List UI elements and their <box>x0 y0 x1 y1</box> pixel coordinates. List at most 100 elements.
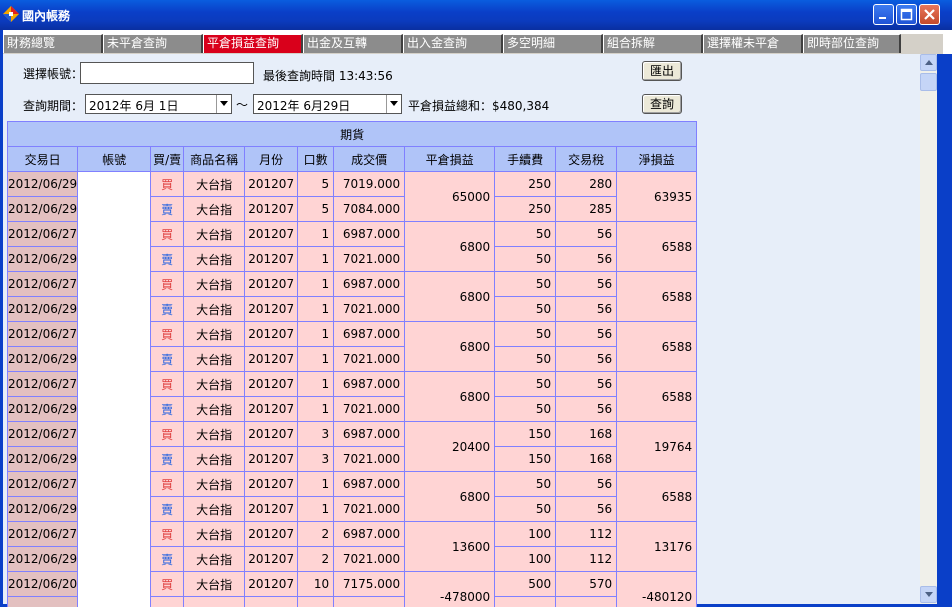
maximize-button[interactable] <box>896 4 917 25</box>
query-button[interactable]: 查詢 <box>642 94 682 114</box>
tab-label: 財務總覽 <box>7 36 56 50</box>
export-button[interactable]: 匯出 <box>642 61 682 81</box>
cell-trade-date: 2012/06/27 <box>6 221 79 247</box>
account-input[interactable] <box>80 62 254 84</box>
cell-month: 201207 <box>244 196 299 222</box>
col-header-account[interactable]: 帳號 <box>77 146 152 172</box>
cell-lots: 1 <box>297 271 335 297</box>
cell-product-name: 大台指 <box>183 196 246 222</box>
cell-fee: 50 <box>494 321 557 347</box>
cell-fee: 150 <box>494 421 557 447</box>
cell-product-name: 大台指 <box>183 346 246 372</box>
col-header-tax[interactable]: 交易稅 <box>555 146 618 172</box>
col-header-price[interactable]: 成交價 <box>333 146 406 172</box>
cell-lots: 1 <box>297 296 335 322</box>
cell-close-pl: 13600 <box>404 521 496 572</box>
scroll-down-button[interactable] <box>920 586 937 603</box>
cell-tax: 280 <box>555 171 618 197</box>
scroll-up-button[interactable] <box>920 54 937 71</box>
cell-month: 201207 <box>244 296 299 322</box>
cell-account <box>77 171 152 607</box>
minimize-icon <box>879 17 886 19</box>
col-header-pl[interactable]: 平倉損益 <box>404 146 496 172</box>
cell-product-name: 大台指 <box>183 521 246 547</box>
tab-4[interactable]: 出入金查詢 <box>403 34 503 53</box>
cell-month: 201207 <box>244 221 299 247</box>
cell-fee: 50 <box>494 246 557 272</box>
close-button[interactable] <box>919 4 940 25</box>
cell-close-pl: 6800 <box>404 471 496 522</box>
cell-buy-sell: 買 <box>150 271 185 297</box>
cell-trade-date: 2012/06/27 <box>6 371 79 397</box>
tab-0[interactable]: 財務總覽 <box>3 34 103 53</box>
col-header-lots[interactable]: 口數 <box>297 146 335 172</box>
tab-6[interactable]: 組合拆解 <box>603 34 703 53</box>
cell-tax: 56 <box>555 296 618 322</box>
cell-buy-sell: 賣 <box>150 396 185 422</box>
tab-7[interactable]: 選擇權未平倉 <box>703 34 803 53</box>
cell-month: 201207 <box>244 571 299 597</box>
cell-tax: 56 <box>555 321 618 347</box>
cell-tax <box>555 596 618 607</box>
start-date-dropdown-icon[interactable] <box>216 95 231 113</box>
cell-price: 7021.000 <box>333 546 406 572</box>
end-date-dropdown-icon[interactable] <box>386 95 401 113</box>
cell-month: 201207 <box>244 271 299 297</box>
start-date-value: 2012年 6月 1日 <box>89 99 179 113</box>
col-header-buysell[interactable]: 買/賣 <box>150 146 185 172</box>
col-header-fee[interactable]: 手續費 <box>494 146 557 172</box>
cell-month: 201207 <box>244 371 299 397</box>
col-header-month[interactable]: 月份 <box>244 146 299 172</box>
minimize-button[interactable] <box>873 4 894 25</box>
title-bar[interactable]: 國內帳務 <box>0 0 952 30</box>
tab-1[interactable]: 未平倉查詢 <box>103 34 203 53</box>
cell-net-pl: 6588 <box>616 471 698 522</box>
scroll-up-icon <box>925 60 933 65</box>
close-icon <box>924 9 935 20</box>
tab-3[interactable]: 出金及互轉 <box>303 34 403 53</box>
cell-close-pl: 65000 <box>404 171 496 222</box>
tab-label: 選擇權未平倉 <box>707 36 780 50</box>
start-date-picker[interactable]: 2012年 6月 1日 <box>85 94 232 114</box>
cell-buy-sell: 買 <box>150 321 185 347</box>
cell-fee: 250 <box>494 196 557 222</box>
vertical-scrollbar[interactable] <box>920 54 937 604</box>
cell-tax: 112 <box>555 546 618 572</box>
col-header-net[interactable]: 淨損益 <box>616 146 698 172</box>
scroll-thumb[interactable] <box>920 73 937 91</box>
cell-net-pl: 6588 <box>616 221 698 272</box>
col-header-date[interactable]: 交易日 <box>6 146 79 172</box>
tab-5[interactable]: 多空明細 <box>503 34 603 53</box>
cell-fee: 50 <box>494 471 557 497</box>
cell-price: 7021.000 <box>333 446 406 472</box>
tab-2[interactable]: 平倉損益查詢 <box>203 34 303 53</box>
cell-tax: 56 <box>555 496 618 522</box>
cell-fee: 50 <box>494 221 557 247</box>
window-frame-right <box>937 54 952 607</box>
table-row[interactable]: 2012/06/29 買大台指 201207 5 7019.000 65000 250 280… <box>6 171 698 607</box>
cell-trade-date: 2012/06/29 <box>6 196 79 222</box>
cell-fee: 50 <box>494 371 557 397</box>
app-icon <box>3 6 19 22</box>
tab-label: 多空明細 <box>507 36 556 50</box>
tab-8[interactable]: 即時部位查詢 <box>803 34 901 53</box>
col-header-product[interactable]: 商品名稱 <box>183 146 246 172</box>
cell-tax: 285 <box>555 196 618 222</box>
cell-product-name: 大台指 <box>183 246 246 272</box>
cell-month: 201207 <box>244 396 299 422</box>
cell-trade-date: 2012/06/27 <box>6 271 79 297</box>
cell-month <box>244 596 299 607</box>
cell-price: 7021.000 <box>333 396 406 422</box>
last-query-label: 最後查詢時間 13:43:56 <box>263 67 393 84</box>
cell-product-name: 大台指 <box>183 221 246 247</box>
cell-net-pl: 6588 <box>616 321 698 372</box>
cell-lots: 2 <box>297 546 335 572</box>
tab-label: 出入金查詢 <box>407 36 468 50</box>
cell-product-name <box>183 596 246 607</box>
cell-trade-date: 2012/06/29 <box>6 496 79 522</box>
scroll-down-icon <box>925 592 933 597</box>
cell-price: 7021.000 <box>333 296 406 322</box>
pl-table: 期貨 交易日 帳號 買/賣 商品名稱 月份 口數 成交價 平倉損益 手續費 交易… <box>6 121 698 607</box>
cell-close-pl: 20400 <box>404 421 496 472</box>
end-date-picker[interactable]: 2012年 6月29日 <box>253 94 402 114</box>
